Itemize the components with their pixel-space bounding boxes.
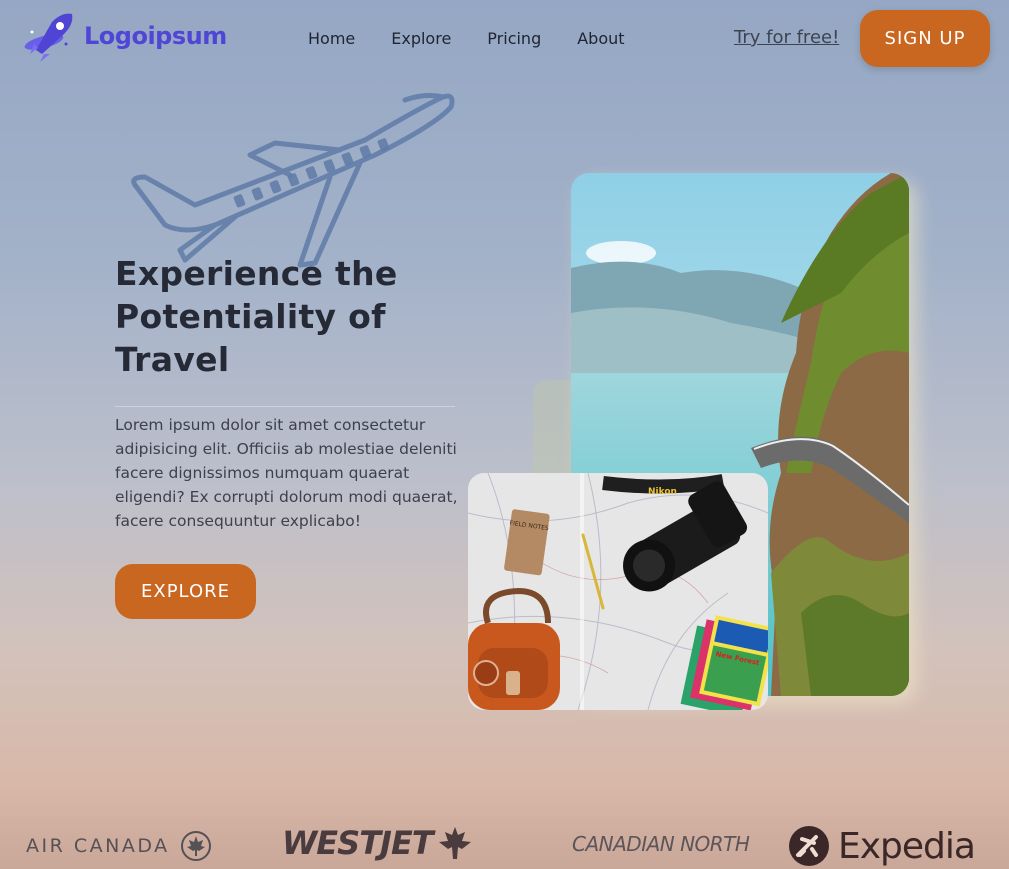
hero-description: Lorem ipsum dolor sit amet consectetur a… xyxy=(115,416,458,530)
partner-name: AIR CANADA xyxy=(26,835,170,857)
nav-home[interactable]: Home xyxy=(308,29,355,48)
partner-name: CANADIAN NORTH xyxy=(572,832,750,856)
try-for-free-link[interactable]: Try for free! xyxy=(734,27,839,48)
hero-divider xyxy=(115,406,455,407)
maple-leaf-icon xyxy=(180,831,211,861)
nav-pricing[interactable]: Pricing xyxy=(487,29,541,48)
partner-name: Expedia xyxy=(838,825,976,867)
partner-westjet: WESTJET xyxy=(282,824,475,862)
rocket-logo-icon xyxy=(24,13,73,62)
airplane-outline-icon xyxy=(131,93,455,268)
sign-up-button[interactable]: SIGN UP xyxy=(860,10,990,67)
partner-logos: AIR CANADA WESTJET CANADIAN NORTH Expedi… xyxy=(0,822,1009,869)
main-nav: Home Explore Pricing About xyxy=(308,29,661,48)
explore-button[interactable]: EXPLORE xyxy=(115,564,256,619)
expedia-plane-icon xyxy=(789,826,829,866)
partner-canadian-north: CANADIAN NORTH xyxy=(572,832,750,856)
partner-name: WESTJET xyxy=(282,824,434,862)
travel-map-camera-photo: FIELD NOTES Nikon New Forest xyxy=(468,473,768,710)
maple-leaf-icon xyxy=(438,827,471,859)
partner-air-canada: AIR CANADA xyxy=(26,830,212,862)
nav-about[interactable]: About xyxy=(577,29,624,48)
brand-logo[interactable]: Logoipsum xyxy=(22,10,227,62)
partner-expedia: Expedia xyxy=(788,825,976,867)
brand-name: Logoipsum xyxy=(84,22,227,50)
nav-explore[interactable]: Explore xyxy=(391,29,451,48)
camera-strap-label: Nikon xyxy=(648,487,677,497)
hero-title: Experience the Potentiality of Travel xyxy=(115,254,398,379)
